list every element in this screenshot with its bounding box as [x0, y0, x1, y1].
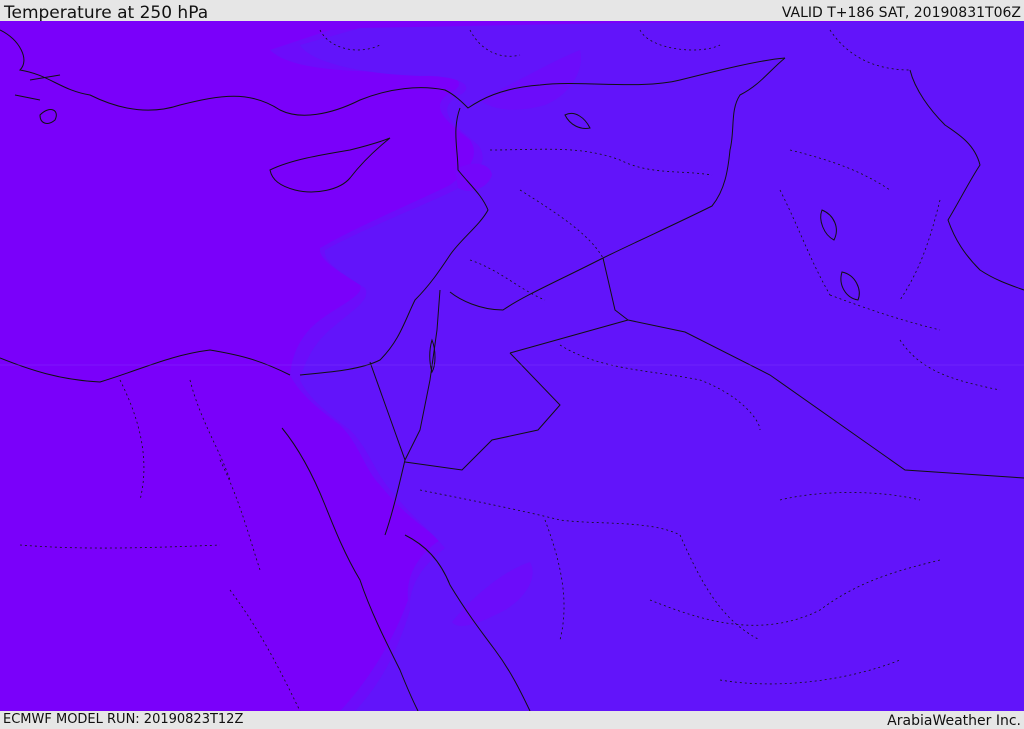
model-run-label: ECMWF MODEL RUN: 20190823T12Z: [3, 712, 244, 727]
weather-map[interactable]: [0, 21, 1024, 711]
footer-bar: ECMWF MODEL RUN: 20190823T12Z ArabiaWeat…: [0, 711, 1024, 729]
header-bar: Temperature at 250 hPa VALID T+186 SAT, …: [0, 0, 1024, 23]
credit-label: ArabiaWeather Inc.: [887, 713, 1021, 729]
map-canvas: [0, 21, 1024, 711]
map-title: Temperature at 250 hPa: [4, 3, 209, 23]
valid-time-label: VALID T+186 SAT, 20190831T06Z: [781, 5, 1021, 21]
